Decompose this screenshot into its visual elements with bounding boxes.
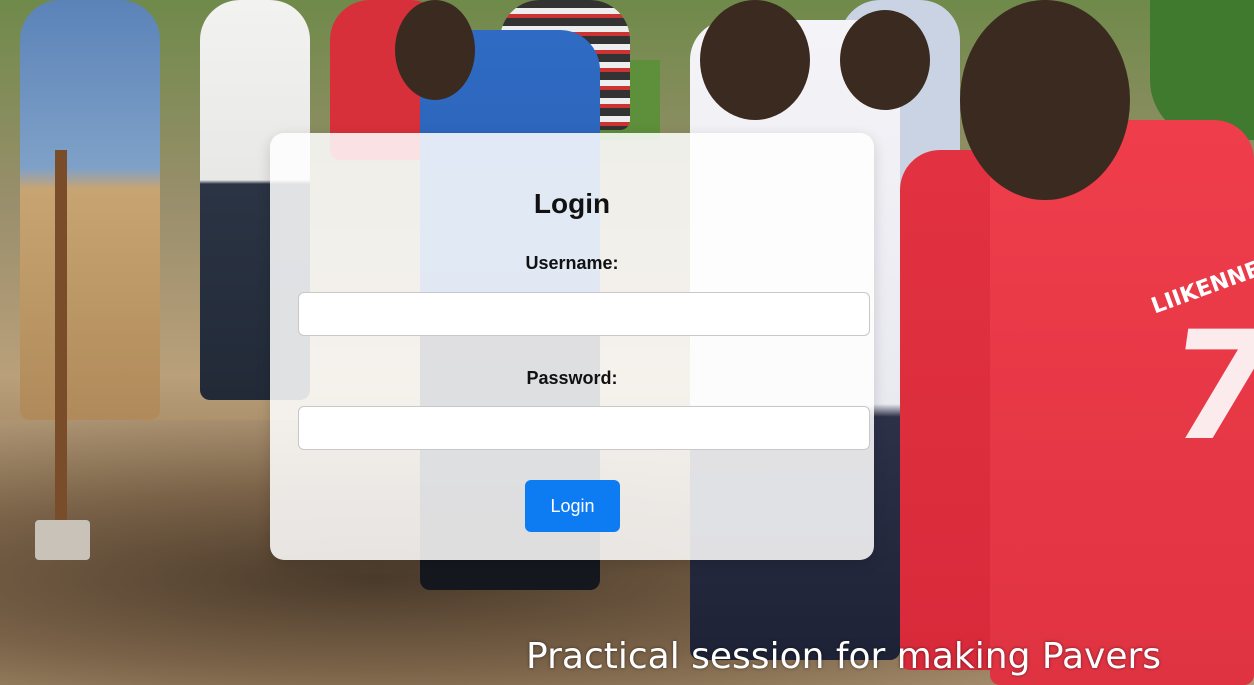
- head: [960, 0, 1130, 200]
- shovel-blade: [35, 520, 90, 560]
- shovel-handle: [55, 150, 67, 530]
- username-input[interactable]: [298, 292, 870, 336]
- head: [700, 0, 810, 120]
- tree: [1150, 0, 1254, 140]
- username-label: Username:: [525, 253, 619, 273]
- photo-caption: Practical session for making Pavers: [526, 636, 1162, 677]
- login-button[interactable]: Login: [525, 480, 620, 532]
- login-title: Login: [533, 188, 611, 219]
- password-input[interactable]: [298, 406, 870, 450]
- login-card: Login Username: Password: Login: [270, 133, 874, 560]
- head: [840, 10, 930, 110]
- password-label: Password:: [526, 368, 618, 388]
- person: [20, 0, 160, 420]
- head: [395, 0, 475, 100]
